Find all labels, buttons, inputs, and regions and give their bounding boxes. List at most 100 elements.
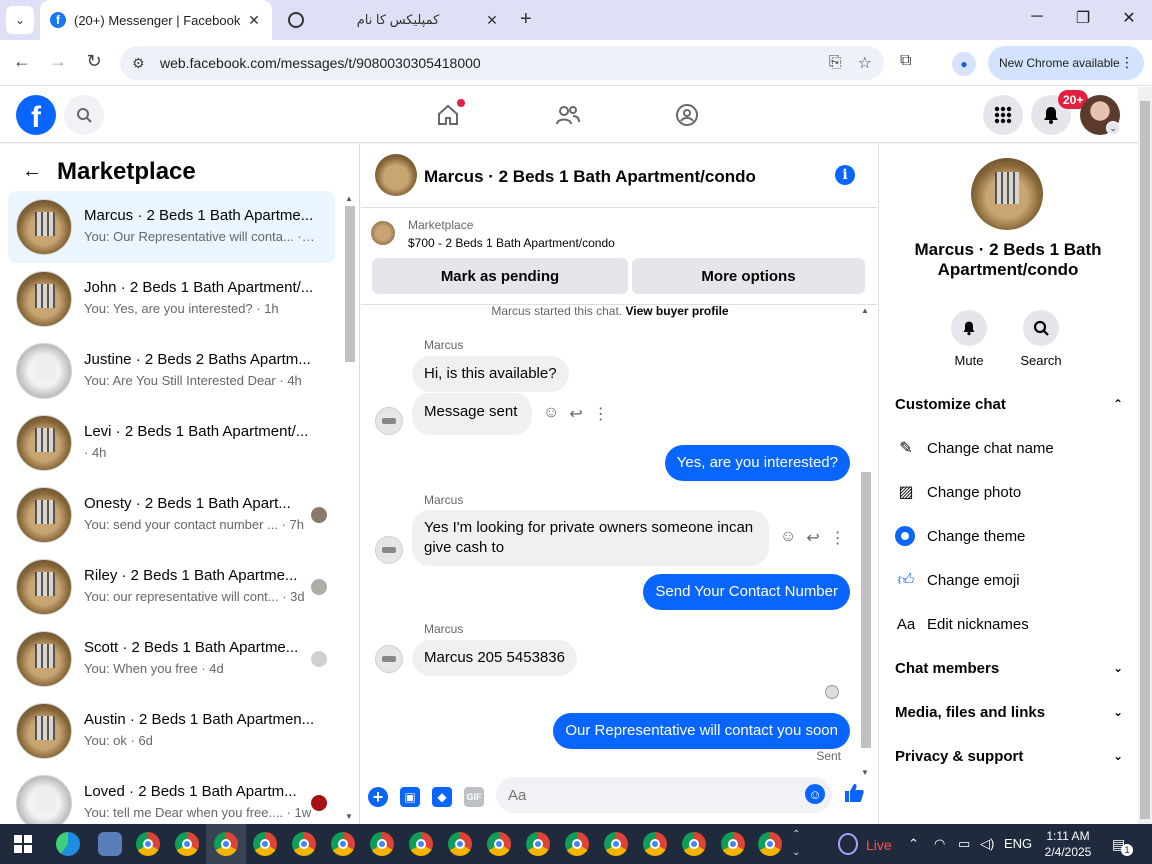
facebook-logo-icon[interactable]: f — [16, 95, 56, 135]
chrome-icon[interactable] — [604, 832, 628, 856]
thumbs-up-icon[interactable] — [843, 782, 865, 811]
chrome-icon[interactable] — [331, 832, 355, 856]
chrome-icon[interactable] — [526, 832, 550, 856]
scroll-down-arrow-icon[interactable]: ▼ — [345, 812, 353, 821]
more-options-button[interactable]: More options — [632, 258, 865, 294]
conversation-item[interactable]: Loved · 2 Beds 1 Bath Apartm... You: tel… — [8, 767, 335, 824]
chat-avatar[interactable] — [375, 154, 417, 196]
reply-icon[interactable]: ↩ — [569, 404, 582, 424]
reply-icon[interactable]: ↩ — [806, 528, 819, 548]
listing-price[interactable]: $700 - 2 Beds 1 Bath Apartment/condo — [408, 236, 615, 250]
change-theme-item[interactable]: Change theme — [895, 522, 1123, 550]
wifi-icon[interactable]: ◠ — [934, 836, 945, 852]
back-arrow-icon[interactable]: ← — [22, 160, 42, 183]
outgoing-message[interactable]: Yes, are you interested? — [664, 445, 850, 481]
reload-button[interactable]: ↻ — [82, 51, 106, 72]
bookmark-star-icon[interactable]: ☆ — [858, 53, 872, 73]
media-files-links-section[interactable]: Media, files and links ⌄ — [895, 698, 1123, 726]
react-icon[interactable]: ☺ — [543, 404, 559, 424]
conversation-item[interactable]: Justine · 2 Beds 2 Baths Apartm... You: … — [8, 335, 335, 407]
chrome-icon[interactable] — [214, 832, 238, 856]
emoji-icon[interactable]: ☺ — [805, 784, 825, 804]
change-photo-item[interactable]: ▨ Change photo — [895, 478, 1123, 506]
friends-icon[interactable] — [554, 101, 582, 129]
scroll-up-arrow-icon[interactable]: ▲ — [345, 194, 353, 203]
chrome-icon[interactable] — [721, 832, 745, 856]
chrome-icon[interactable] — [758, 832, 782, 856]
sticker-icon[interactable]: ◆ — [432, 787, 452, 807]
app-icon[interactable] — [98, 832, 122, 856]
sender-avatar[interactable] — [375, 407, 403, 435]
chevron-up-icon[interactable]: ⌃ — [908, 836, 919, 852]
maximize-button[interactable]: ❐ — [1068, 8, 1098, 28]
chrome-icon[interactable] — [409, 832, 433, 856]
close-tab-icon[interactable]: ✕ — [484, 12, 500, 29]
menu-grid-icon[interactable] — [983, 95, 1023, 135]
chrome-icon[interactable] — [448, 832, 472, 856]
gif-icon[interactable]: GIF — [464, 787, 484, 807]
sender-avatar[interactable] — [375, 645, 403, 673]
chat-title[interactable]: Marcus · 2 Beds 1 Bath Apartment/condo — [424, 167, 756, 187]
incoming-message[interactable]: Marcus 205 5453836 — [412, 640, 577, 676]
scroll-up-arrow-icon[interactable]: ▲ — [861, 306, 869, 315]
close-tab-icon[interactable]: ✕ — [246, 12, 262, 29]
extensions-icon[interactable]: ⧉ — [900, 52, 911, 70]
groups-icon[interactable] — [673, 101, 701, 129]
windows-start-icon[interactable] — [14, 835, 32, 853]
message-input[interactable] — [496, 777, 832, 813]
conversation-item[interactable]: Marcus · 2 Beds 1 Bath Apartme... You: O… — [8, 191, 335, 263]
conversation-item[interactable]: Austin · 2 Beds 1 Bath Apartmen... You: … — [8, 695, 335, 767]
site-info-icon[interactable]: ⚙ — [132, 55, 150, 72]
outgoing-message[interactable]: Send Your Contact Number — [643, 574, 850, 610]
outgoing-message[interactable]: Our Representative will contact you soon — [553, 713, 850, 749]
mark-as-pending-button[interactable]: Mark as pending — [372, 258, 628, 294]
mute-button[interactable]: Mute — [939, 310, 999, 368]
conversation-item[interactable]: John · 2 Beds 1 Bath Apartment/... You: … — [8, 263, 335, 335]
install-app-icon[interactable]: ⎘ — [829, 54, 842, 72]
edit-nicknames-item[interactable]: Aa Edit nicknames — [895, 610, 1123, 638]
search-in-chat-button[interactable]: Search — [1011, 310, 1071, 368]
incoming-message[interactable]: Hi, is this available? — [412, 356, 569, 392]
chrome-icon[interactable] — [253, 832, 277, 856]
menu-dots-icon[interactable]: ⋮ — [1120, 54, 1134, 71]
live-stream-icon[interactable] — [838, 833, 858, 855]
battery-icon[interactable]: ▭ — [958, 836, 970, 852]
new-chrome-available-button[interactable]: New Chrome available ⋮ — [988, 46, 1144, 80]
tab-messenger[interactable]: f (20+) Messenger | Facebook ✕ — [40, 0, 272, 40]
chrome-icon[interactable] — [565, 832, 589, 856]
chrome-icon[interactable] — [370, 832, 394, 856]
minimize-button[interactable]: ─ — [1022, 8, 1052, 26]
volume-icon[interactable]: ◁) — [980, 836, 994, 852]
more-icon[interactable]: ⋮ — [830, 528, 846, 548]
customize-chat-section[interactable]: Customize chat ⌃ — [895, 390, 1123, 418]
conversation-item[interactable]: Levi · 2 Beds 1 Bath Apartment/... · 4h — [8, 407, 335, 479]
new-tab-button[interactable]: + — [520, 8, 532, 31]
search-icon[interactable] — [64, 95, 104, 135]
address-bar[interactable]: ⚙ web.facebook.com/messages/t/9080030305… — [120, 46, 884, 80]
chevron-down-icon[interactable]: ⌄ — [1106, 121, 1120, 135]
chat-details-avatar[interactable] — [971, 158, 1043, 230]
chrome-icon[interactable] — [292, 832, 316, 856]
clock[interactable]: 1:11 AM 2/4/2025 — [1040, 828, 1096, 860]
profile-icon[interactable]: ● — [952, 52, 976, 76]
view-buyer-profile-link[interactable]: View buyer profile — [625, 304, 728, 318]
chat-members-section[interactable]: Chat members ⌄ — [895, 654, 1123, 682]
chat-scrollbar[interactable]: ▲ ▼ — [859, 306, 873, 780]
plus-actions-icon[interactable]: + — [368, 787, 388, 807]
change-emoji-item[interactable]: 👍︎ Change emoji — [895, 566, 1123, 594]
conversation-list-scrollbar[interactable]: ▲ ▼ — [343, 194, 357, 822]
forward-button[interactable]: → — [46, 51, 70, 72]
chrome-icon[interactable] — [175, 832, 199, 856]
react-icon[interactable]: ☺ — [780, 528, 796, 548]
incoming-message[interactable]: Message sent — [412, 393, 532, 435]
chrome-icon[interactable] — [136, 832, 160, 856]
page-scrollbar[interactable] — [1138, 87, 1152, 824]
conversation-item[interactable]: Riley · 2 Beds 1 Bath Apartme... You: ou… — [8, 551, 335, 623]
incoming-message[interactable]: Yes I'm looking for private owners someo… — [412, 510, 769, 566]
taskbar-scroll-arrows[interactable]: ⌃ ⌄ — [792, 826, 800, 862]
conversation-item[interactable]: Onesty · 2 Beds 1 Bath Apart... You: sen… — [8, 479, 335, 551]
language-indicator[interactable]: ENG — [1004, 836, 1032, 851]
chrome-icon[interactable] — [643, 832, 667, 856]
chrome-icon[interactable] — [682, 832, 706, 856]
chrome-icon[interactable] — [487, 832, 511, 856]
